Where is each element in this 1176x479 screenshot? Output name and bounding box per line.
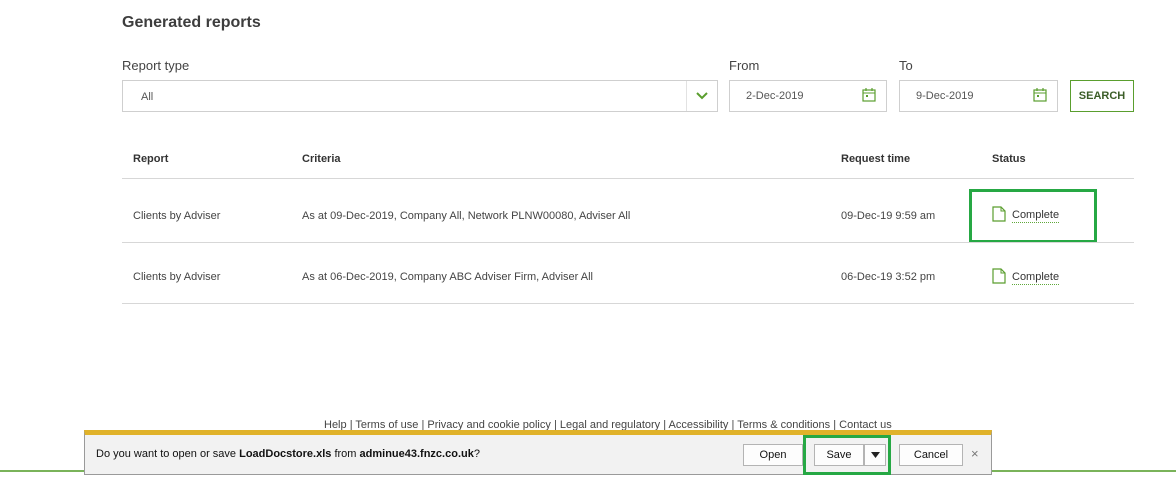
page-title: Generated reports [122,14,261,31]
column-header-criteria: Criteria [302,153,341,165]
row-2-request-time: 06-Dec-19 3:52 pm [841,271,936,283]
download-filename: LoadDocstore.xls [239,448,332,460]
report-type-select[interactable]: All [122,80,718,112]
open-button[interactable]: Open [743,444,803,466]
from-label: From [729,58,760,73]
to-date-field[interactable]: 9-Dec-2019 [899,80,1058,112]
row-2-criteria: As at 06-Dec-2019, Company ABC Adviser F… [302,271,594,283]
row-1-report: Clients by Adviser [133,210,221,222]
to-date-value: 9-Dec-2019 [916,90,974,102]
report-type-value: All [141,91,154,103]
download-prompt: Do you want to open or save LoadDocstore… [96,448,480,460]
from-date-field[interactable]: 2-Dec-2019 [729,80,887,112]
download-prompt-suffix: ? [473,448,480,460]
download-notification-bar: Do you want to open or save LoadDocstore… [84,430,992,475]
row-1-request-time: 09-Dec-19 9:59 am [841,210,936,222]
download-prompt-middle: from [331,448,360,460]
complete-link[interactable]: Complete [1012,271,1060,285]
download-host: adminue43.fnzc.co.uk [359,448,474,460]
row-2-status[interactable]: Complete [992,268,1060,287]
report-type-label: Report type [122,58,190,73]
column-header-status: Status [992,153,1026,165]
table-header-divider [122,178,1134,179]
highlight-box [969,189,1097,243]
column-header-request-time: Request time [841,153,911,165]
close-icon[interactable]: × [971,446,979,461]
download-prompt-prefix: Do you want to open or save [96,448,240,460]
highlight-box [803,435,891,475]
row-divider [122,242,1134,243]
chevron-down-icon[interactable] [686,81,717,111]
to-label: To [899,58,913,73]
row-1-criteria: As at 09-Dec-2019, Company All, Network … [302,210,631,222]
search-button[interactable]: SEARCH [1070,80,1134,112]
calendar-icon[interactable] [862,87,876,107]
from-date-value: 2-Dec-2019 [746,90,804,102]
column-header-report: Report [133,153,169,165]
cancel-button[interactable]: Cancel [899,444,963,466]
calendar-icon[interactable] [1033,87,1047,107]
document-icon [992,268,1006,287]
row-2-report: Clients by Adviser [133,271,221,283]
row-divider [122,303,1134,304]
